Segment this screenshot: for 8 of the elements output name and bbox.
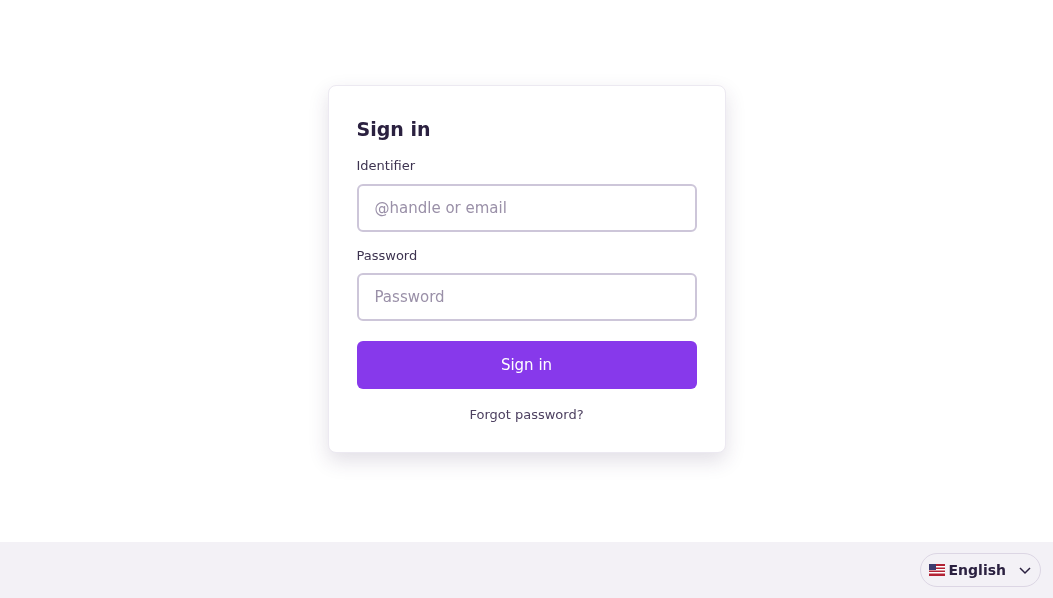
field-label: Identifier [356,157,416,175]
form-title: Sign in [356,117,431,142]
forgot-password-link[interactable]: Forgot password? [469,405,584,425]
input-field[interactable]: @handle or email [356,183,697,232]
sign-in-button[interactable]: Sign in [356,341,697,389]
field-label: Password [356,246,418,265]
input-field[interactable]: Password [356,273,697,321]
flag-icon [928,564,945,576]
